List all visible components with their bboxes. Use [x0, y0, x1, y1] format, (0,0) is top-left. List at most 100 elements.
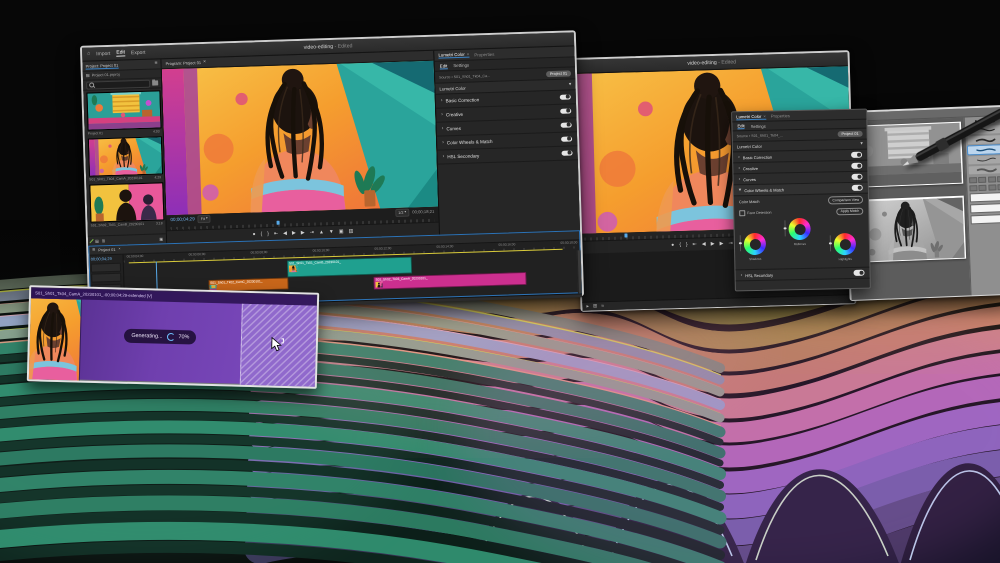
step-forward-icon[interactable]: ▶ [719, 241, 723, 246]
track-header-v2[interactable] [91, 262, 121, 272]
resolution-select[interactable]: 1/2▾ [395, 208, 409, 216]
comparison-view-button[interactable]: Comparison View [828, 196, 863, 204]
clip-pill-button[interactable]: Project 01 [837, 131, 862, 138]
tab-timeline[interactable]: Project 01 [98, 248, 115, 253]
face-detection-checkbox[interactable] [739, 211, 745, 217]
shadows-slider[interactable] [740, 235, 742, 251]
subtab-settings[interactable]: Settings [453, 63, 469, 68]
step-back-icon[interactable]: ◀ [702, 242, 706, 247]
tab-lumetri-color[interactable]: Lumetri Color× [438, 52, 469, 59]
go-to-out-icon[interactable]: ⇥ [728, 241, 732, 246]
section-toggle[interactable] [851, 174, 862, 180]
pen-tool-icon[interactable] [90, 239, 94, 243]
mark-out-icon[interactable]: } [686, 242, 688, 247]
step-forward-icon[interactable]: ▶ [301, 230, 305, 235]
tool-icon[interactable] [988, 184, 996, 191]
playhead-2[interactable] [624, 233, 628, 237]
floating-generative-clip[interactable]: S01_Sh01_Tk04_CamA_20230101_-00;00;04;29… [27, 285, 319, 389]
pointer-tool-icon[interactable]: ▸ [586, 304, 589, 309]
app-menu: ⌂ Import Edit Export [87, 49, 151, 58]
new-item-icon[interactable]: ▣ [159, 237, 163, 241]
close-icon[interactable]: × [467, 52, 470, 57]
tab-properties[interactable]: Properties [771, 113, 790, 118]
section-hsl-secondary[interactable]: ›HSL Secondary [437, 146, 577, 164]
subtab-edit[interactable]: Edit [737, 123, 744, 129]
export-frame-icon[interactable]: ▣ [339, 229, 344, 234]
project-item[interactable]: S01_Sh01_Tk04_CamA_202301014;29 [88, 136, 161, 181]
lift-icon[interactable]: ▲ [319, 230, 324, 235]
section-toggle[interactable] [560, 94, 571, 100]
sequence-duration: 00;00;18;21 [412, 209, 434, 215]
project-item[interactable]: S01_Sh02_Tk01_CamB_202301013;18 [89, 182, 162, 227]
subtab-edit[interactable]: Edit [440, 63, 448, 69]
track-header-v1[interactable] [91, 273, 121, 283]
go-to-out-icon[interactable]: ⇥ [310, 230, 314, 235]
midtones-wheel[interactable] [788, 218, 810, 240]
tab-properties[interactable]: Properties [474, 51, 494, 57]
tab-project[interactable]: Project: Project 01 [85, 62, 118, 69]
chevron-right-icon: › [443, 154, 445, 159]
go-to-in-icon[interactable]: ⇤ [274, 231, 278, 236]
section-toggle[interactable] [851, 152, 862, 158]
chevron-down-icon: ▾ [739, 188, 742, 193]
go-to-in-icon[interactable]: ⇤ [693, 242, 697, 247]
add-marker-icon[interactable]: ● [671, 243, 674, 248]
list-view-icon[interactable]: ▤ [95, 239, 99, 243]
timeline-clip-magenta[interactable]: S01_Sh02_Tk03_CamA_20230101_ [373, 272, 526, 290]
grid-view-icon[interactable]: ⊞ [593, 304, 597, 309]
section-toggle[interactable] [561, 122, 572, 128]
apply-match-button[interactable]: Apply Match [837, 207, 864, 215]
highlights-wheel[interactable] [834, 233, 856, 255]
highlights-slider[interactable] [830, 236, 832, 252]
home-icon[interactable]: ⌂ [87, 52, 90, 57]
close-icon[interactable]: × [118, 248, 120, 252]
section-toggle[interactable] [852, 185, 863, 191]
timeline-clip-teal[interactable]: S01_Sh01_Tk01_CamB_20230101_ [287, 257, 413, 278]
section-toggle[interactable] [853, 270, 864, 276]
face-detection-label: Face Detection [747, 211, 771, 216]
color-swatch[interactable] [971, 214, 1000, 224]
color-swatch[interactable] [970, 192, 1000, 202]
section-toggle[interactable] [560, 108, 571, 114]
fit-select[interactable]: Fit▾ [198, 214, 211, 222]
extract-icon[interactable]: ▼ [329, 229, 334, 234]
tool-icon[interactable] [969, 185, 977, 192]
icon-view-icon[interactable]: ⊞ [102, 239, 105, 243]
mark-out-icon[interactable]: } [267, 232, 269, 237]
tool-icon[interactable] [969, 177, 977, 184]
folder-icon[interactable] [152, 81, 158, 86]
timeline-scrollbar[interactable] [576, 250, 582, 293]
mark-in-icon[interactable]: { [679, 242, 681, 247]
tool-icon[interactable] [979, 184, 987, 191]
step-back-icon[interactable]: ◀ [283, 231, 287, 236]
play-icon[interactable]: ▶ [711, 242, 715, 247]
color-swatch[interactable] [970, 203, 1000, 213]
shadows-wheel[interactable] [744, 233, 766, 255]
clip-pill-button[interactable]: Project 01 [546, 70, 571, 77]
chevron-down-icon: ▾ [860, 142, 863, 147]
tab-program[interactable]: Program: Project 01 [165, 60, 201, 66]
comparison-view-icon[interactable]: ▥ [348, 229, 353, 234]
panel-menu-icon[interactable]: ≡ [155, 61, 158, 66]
subtab-settings[interactable]: Settings [751, 123, 766, 128]
tool-icon[interactable] [988, 176, 996, 183]
chevron-right-icon: › [442, 140, 444, 145]
midtones-slider[interactable] [784, 221, 786, 237]
project-item[interactable]: Project 014;03 [86, 90, 159, 135]
search-input[interactable] [86, 79, 150, 89]
menu-import[interactable]: Import [96, 50, 110, 56]
close-icon[interactable]: × [763, 113, 766, 118]
mark-in-icon[interactable]: { [261, 232, 263, 237]
section-toggle[interactable] [851, 163, 862, 169]
monitor-playhead[interactable] [276, 221, 280, 225]
add-marker-icon[interactable]: ● [253, 232, 256, 237]
section-toggle[interactable] [561, 136, 572, 142]
play-icon[interactable]: ▶ [292, 231, 296, 236]
tab-lumetri-color[interactable]: Lumetri Color× [736, 113, 766, 120]
snap-icon[interactable]: ≈ [601, 304, 604, 309]
close-icon[interactable]: × [203, 60, 206, 65]
menu-edit[interactable]: Edit [116, 49, 125, 56]
section-toggle[interactable] [561, 150, 572, 156]
menu-export[interactable]: Export [131, 49, 146, 55]
tool-icon[interactable] [978, 176, 986, 183]
